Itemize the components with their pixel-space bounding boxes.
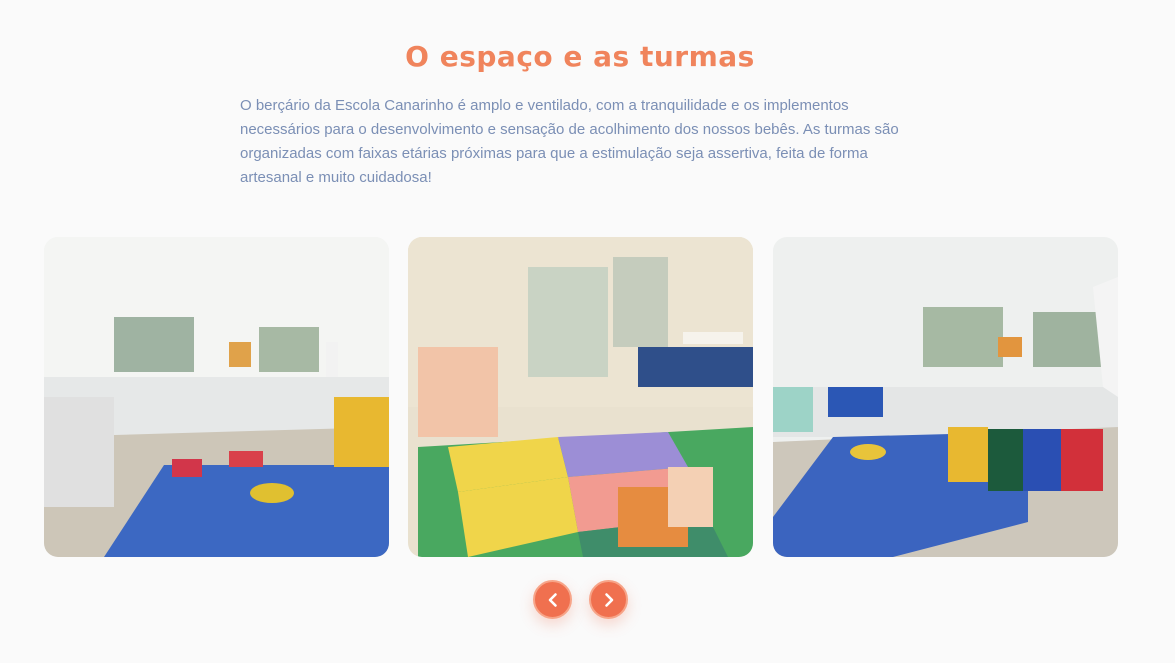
section-description: O berçário da Escola Canarinho é amplo e… [240, 97, 899, 186]
carousel-next-button[interactable] [589, 580, 628, 619]
spaces-section: O espaço e as turmas O berçário da Escol… [0, 0, 1175, 663]
photo-carousel[interactable] [44, 237, 1175, 557]
section-title: O espaço e as turmas [405, 40, 755, 73]
carousel-slide-photo[interactable] [44, 237, 389, 557]
chevron-left-icon [548, 592, 557, 607]
carousel-slide-photo[interactable] [773, 237, 1118, 557]
nursery-room-photo [44, 237, 389, 557]
chevron-right-icon [604, 592, 613, 607]
activity-room-photo [773, 237, 1118, 557]
carousel-prev-button[interactable] [533, 580, 572, 619]
play-mat-photo [408, 237, 753, 557]
carousel-slide-photo[interactable] [408, 237, 753, 557]
